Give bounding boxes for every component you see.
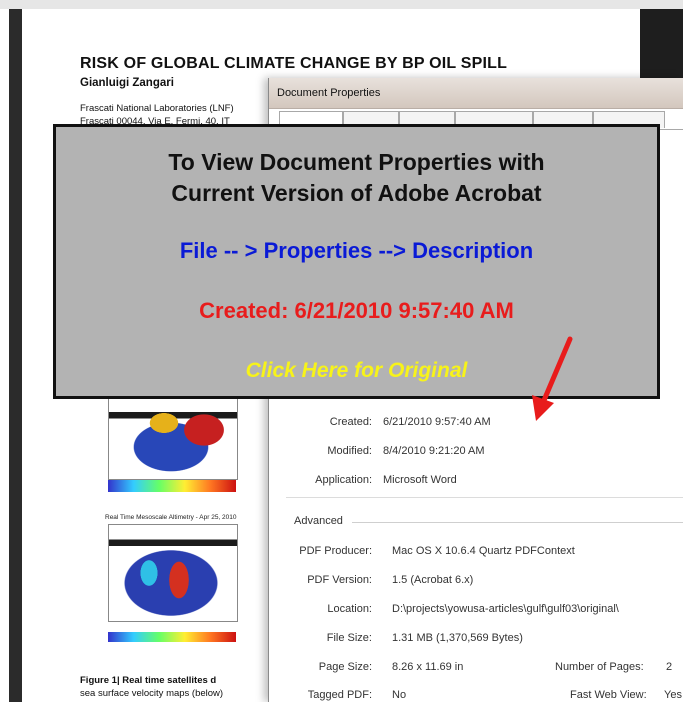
advanced-section-title: Advanced (294, 515, 343, 527)
viewer-left-edge (9, 9, 22, 702)
document-title: RISK OF GLOBAL CLIMATE CHANGE BY BP OIL … (80, 55, 508, 72)
file-size-label: File Size: (326, 632, 372, 644)
created-label: Created: (329, 416, 372, 428)
fast-web-view-label: Fast Web View: (570, 689, 647, 701)
pdf-version-value: 1.5 (Acrobat 6.x) (392, 574, 474, 586)
document-author: Gianluigi Zangari (80, 77, 174, 89)
figure-caption-title: Figure 1| Real time satellites d (80, 675, 217, 686)
modified-label: Modified: (327, 445, 372, 457)
viewer-background (640, 9, 683, 89)
banner-heading-line2: Current Version of Adobe Acrobat (171, 180, 542, 206)
menu-path-instruction: File -- > Properties --> Description (179, 238, 534, 263)
location-label: Location: (327, 603, 372, 615)
figure-caption-text: sea surface velocity maps (below) (80, 688, 224, 699)
page-size-label: Page Size: (318, 661, 372, 673)
page-count-value: 2 (666, 661, 673, 673)
dialog-titlebar[interactable]: Document Properties (269, 78, 683, 109)
page-size-value: 8.26 x 11.69 in (392, 661, 464, 673)
banner-heading-line1: To View Document Properties with (168, 149, 545, 175)
color-scale-bar (108, 480, 236, 492)
pdf-producer-value: Mac OS X 10.6.4 Quartz PDFContext (392, 545, 575, 557)
tagged-pdf-label: Tagged PDF: (307, 689, 372, 701)
document-affiliation: Frascati National Laboratories (LNF) (80, 103, 234, 114)
dialog-title: Document Properties (277, 87, 381, 99)
application-label: Application: (315, 474, 372, 486)
figure-map-title: Real Time Mesoscale Altimetry - Apr 25, … (105, 514, 237, 521)
advanced-section-line (352, 522, 683, 523)
tagged-pdf-value: No (392, 689, 407, 701)
pdf-producer-label: PDF Producer: (299, 545, 372, 557)
file-size-value: 1.31 MB (1,370,569 Bytes) (392, 632, 523, 644)
section-divider (286, 497, 683, 498)
satellite-map-image (108, 394, 238, 480)
page-count-label: Number of Pages: (555, 661, 644, 673)
color-scale-bar (108, 632, 236, 642)
created-value: 6/21/2010 9:57:40 AM (383, 416, 491, 428)
banner-heading: To View Document Properties with Current… (56, 147, 657, 209)
fast-web-view-value: Yes (664, 689, 682, 701)
altimetry-map-image (108, 524, 238, 622)
location-value: D:\projects\yowusa-articles\gulf\gulf03\… (392, 603, 619, 615)
application-value: Microsoft Word (383, 474, 457, 486)
created-date-highlight: Created: 6/21/2010 9:57:40 AM (199, 298, 514, 323)
window-top-border (0, 0, 683, 9)
modified-value: 8/4/2010 9:21:20 AM (383, 445, 485, 457)
pdf-version-label: PDF Version: (307, 574, 372, 586)
red-arrow-icon (532, 336, 573, 421)
